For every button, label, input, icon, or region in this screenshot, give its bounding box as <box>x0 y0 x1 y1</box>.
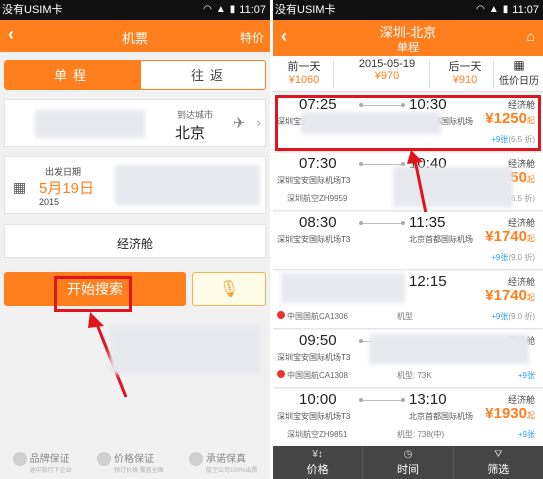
plane-icon: ✈ <box>233 115 246 132</box>
flight-row[interactable]: 08:30 11:35 深圳宝安国际机场T3 北京首都国际机场 经济舱 ¥174… <box>273 212 543 270</box>
tab-roundtrip[interactable]: 往返 <box>155 61 265 89</box>
flight-row[interactable]: 10:00 13:10 深圳宝安国际机场T3 北京首都国际机场 经济舱 ¥193… <box>273 389 543 447</box>
airline-logo-icon <box>277 370 285 378</box>
wifi-icon: ◠ <box>203 4 212 15</box>
low-price-calendar-button[interactable]: ▦ 低价日历 <box>495 58 543 87</box>
signal-icon: ▲ <box>488 4 499 15</box>
page-title: 机票 <box>121 31 148 46</box>
signal-icon: ▲ <box>215 4 226 15</box>
price-icon <box>96 452 111 466</box>
top-nav: ‹ 深圳-北京 单程 ⌂ <box>273 20 543 56</box>
clock: 11:07 <box>239 4 266 16</box>
blurred-area <box>110 326 260 374</box>
price-sort-icon: ¥↕ <box>312 448 323 460</box>
sort-filter-bar: ¥↕ 价格 ◷ 时间 ⛛ 筛选 <box>273 446 543 479</box>
dest-city[interactable]: 北京 <box>175 122 205 143</box>
footer-item: 承诺保真 航空公司100%出票 <box>188 450 257 474</box>
guarantee-footer: 品牌保证 途中旅行下企业 价格保证 预订价格 覆盖全国 承诺保真 航空公司100%出票 <box>0 446 270 479</box>
brand-icon <box>12 452 27 466</box>
search-screen: 没有USIM卡 ◠ ▲ ▮ 11:07 ‹ 机票 特价 单程 往返 到达城市 北… <box>0 0 270 479</box>
sort-price-button[interactable]: ¥↕ 价格 <box>273 446 362 479</box>
filter-icon: ⛛ <box>494 448 503 460</box>
results-screen: 没有USIM卡 ◠ ▲ ▮ 11:07 ‹ 深圳-北京 单程 ⌂ 前一天 ¥10… <box>273 0 543 479</box>
city-selector[interactable]: 到达城市 北京 ✈ › <box>4 99 266 147</box>
trip-type-toggle: 单程 往返 <box>4 60 266 90</box>
special-offers-link[interactable]: 特价 <box>240 29 264 46</box>
status-bar: 没有USIM卡 ◠ ▲ ▮ 11:07 <box>273 0 543 20</box>
blurred-area <box>281 273 405 303</box>
dest-label: 到达城市 <box>177 110 214 120</box>
clock: 11:07 <box>512 4 539 16</box>
chevron-right-icon: › <box>256 114 261 130</box>
calendar-icon: ▦ <box>13 179 27 195</box>
carrier-text: 没有USIM卡 <box>2 4 63 16</box>
date-year: 2015 <box>39 197 60 207</box>
trip-type: 单程 <box>397 42 419 54</box>
cabin-selector[interactable]: 经济舱 <box>4 224 266 258</box>
cabin-value: 经济舱 <box>116 237 153 251</box>
airline-logo-icon <box>277 311 285 319</box>
current-date[interactable]: 2015-05-19 ¥970 <box>337 58 437 82</box>
next-day-button[interactable]: 后一天 ¥910 <box>435 58 495 86</box>
date-value: 5月19日 <box>39 180 95 197</box>
flight-row[interactable]: 12:15 经济舱 ¥1740起 +9张(9.0 折) 中国国航CA1306 机… <box>273 271 543 329</box>
carrier-text: 没有USIM卡 <box>275 4 336 16</box>
date-selector[interactable]: ▦ 出发日期 5月19日 2015 <box>4 156 266 214</box>
sort-time-button[interactable]: ◷ 时间 <box>362 446 452 479</box>
footer-item: 价格保证 预订价格 覆盖全国 <box>96 450 164 474</box>
filter-button[interactable]: ⛛ 筛选 <box>452 446 543 479</box>
battery-icon: ▮ <box>229 4 236 15</box>
blurred-return <box>115 165 260 205</box>
clock-icon: ◷ <box>403 448 413 460</box>
microphone-icon: 🎙 <box>218 281 240 298</box>
blurred-origin <box>35 110 145 138</box>
flight-row[interactable]: 09:50 深圳宝安国际机场T3 经济舱 +9张 中国国航CA1308 机型: … <box>273 330 543 388</box>
date-navigator: 前一天 ¥1060 2015-05-19 ¥970 后一天 ¥910 ▦ 低价日… <box>273 56 543 92</box>
tab-oneway[interactable]: 单程 <box>5 61 141 89</box>
wifi-icon: ◠ <box>476 4 485 15</box>
blurred-area <box>369 334 529 364</box>
footer-item: 品牌保证 途中旅行下企业 <box>12 450 72 474</box>
status-bar: 没有USIM卡 ◠ ▲ ▮ 11:07 <box>0 0 270 20</box>
shield-icon <box>188 452 203 466</box>
calendar-icon: ▦ <box>513 58 525 72</box>
prev-day-button[interactable]: 前一天 ¥1060 <box>279 58 329 86</box>
highlight-box <box>54 276 132 312</box>
highlight-box <box>275 95 541 151</box>
top-nav: ‹ 机票 特价 <box>0 20 270 52</box>
battery-icon: ▮ <box>502 4 509 15</box>
home-icon[interactable]: ⌂ <box>527 28 535 44</box>
voice-search-button[interactable]: 🎙 <box>192 272 266 306</box>
